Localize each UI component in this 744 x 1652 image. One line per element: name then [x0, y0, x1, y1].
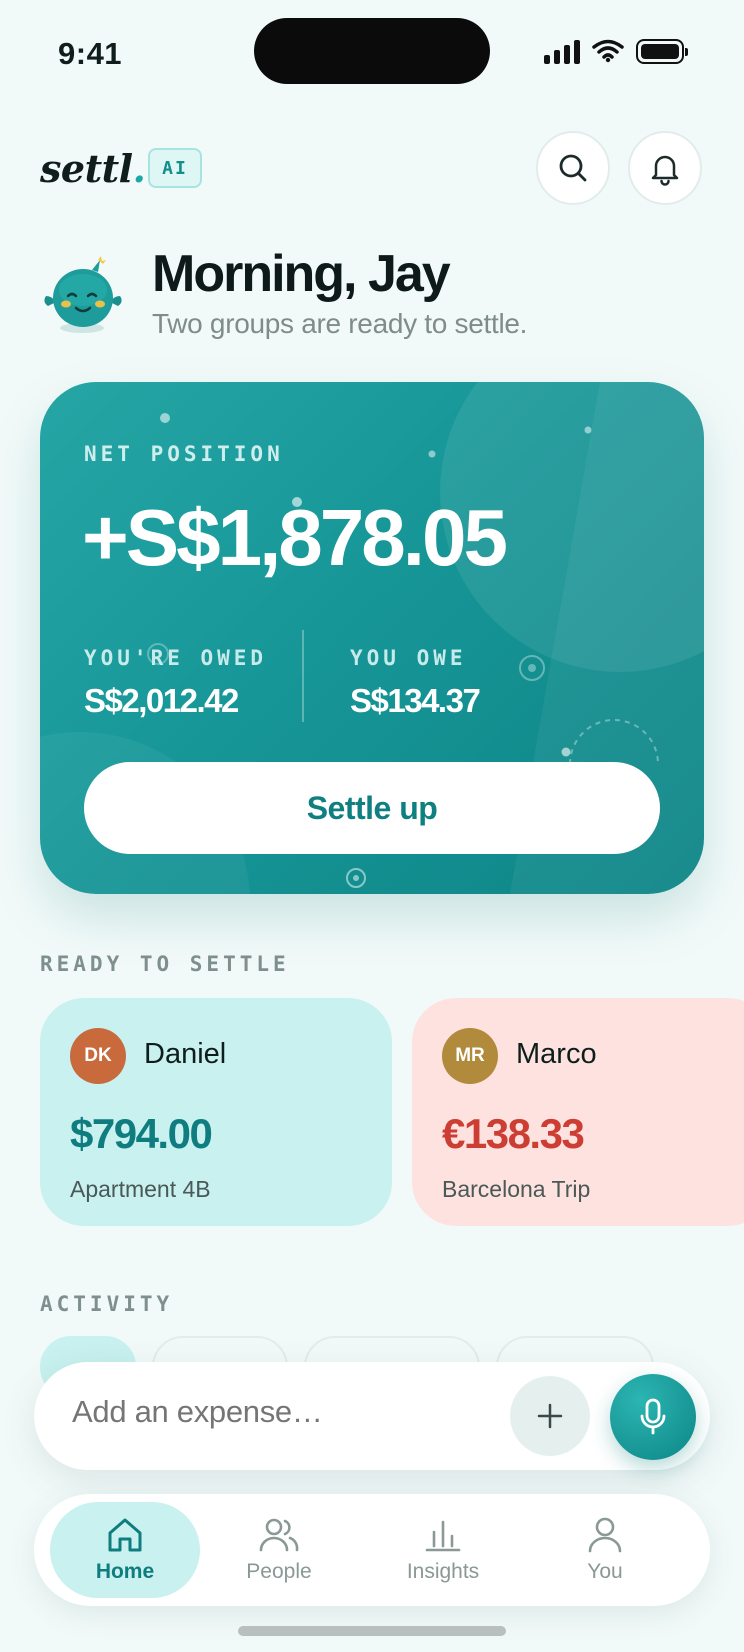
nav-label: Home: [95, 1560, 155, 1583]
avatar: DK: [70, 1028, 126, 1084]
bottom-nav: Home People Insights You: [34, 1494, 710, 1606]
plus-icon: [537, 1403, 563, 1429]
nav-item-people[interactable]: People: [204, 1502, 354, 1598]
voice-input-button[interactable]: [610, 1374, 696, 1460]
status-icons: [544, 38, 688, 64]
owed-label: YOU'RE OWED: [84, 646, 268, 670]
status-time: 9:41: [58, 36, 123, 71]
expense-bar: [34, 1362, 710, 1470]
person-name: Marco: [516, 1038, 597, 1070]
avatar: MR: [442, 1028, 498, 1084]
dynamic-island: [254, 18, 490, 84]
home-icon: [108, 1518, 142, 1552]
owe-label: YOU OWE: [350, 646, 467, 670]
battery-icon: [636, 38, 688, 64]
net-position-amount: +S$1,878.05: [82, 493, 508, 582]
nav-label: People: [246, 1560, 312, 1583]
nav-item-home[interactable]: Home: [50, 1502, 200, 1598]
signal-icon: [544, 38, 580, 64]
greeting-subtitle: Two groups are ready to settle.: [152, 308, 528, 339]
user-icon: [588, 1517, 622, 1553]
person-group: Apartment 4B: [70, 1176, 211, 1202]
app-logo: settl.: [40, 146, 146, 191]
chart-icon: [425, 1520, 461, 1552]
settle-up-button[interactable]: Settle up: [84, 762, 660, 854]
people-icon: [259, 1518, 299, 1552]
ready-to-settle-label: READY TO SETTLE: [40, 952, 290, 976]
home-indicator: [238, 1626, 506, 1636]
net-position-card: NET POSITION +S$1,878.05 YOU'RE OWED S$2…: [40, 382, 704, 894]
notifications-button[interactable]: [628, 131, 702, 205]
nav-label: Insights: [406, 1560, 480, 1583]
person-group: Barcelona Trip: [442, 1176, 591, 1202]
microphone-icon: [640, 1398, 666, 1435]
owe-value: S$134.37: [350, 682, 481, 719]
search-button[interactable]: [536, 131, 610, 205]
settle-card-marco[interactable]: MR Marco €138.33 Barcelona Trip: [412, 998, 744, 1226]
nav-label: You: [587, 1560, 623, 1583]
expense-input[interactable]: [72, 1394, 472, 1430]
ai-badge[interactable]: AI: [148, 148, 202, 188]
search-icon: [559, 154, 587, 182]
settle-card-daniel[interactable]: DK Daniel $794.00 Apartment 4B: [40, 998, 392, 1226]
person-name: Daniel: [144, 1038, 227, 1070]
mascot-icon: [44, 256, 122, 333]
person-amount: $794.00: [70, 1110, 213, 1157]
greeting-title: Morning, Jay: [152, 245, 451, 303]
person-amount: €138.33: [442, 1110, 585, 1157]
owed-value: S$2,012.42: [84, 682, 239, 719]
nav-item-you[interactable]: You: [530, 1502, 680, 1598]
bell-icon: [651, 155, 679, 186]
add-expense-button[interactable]: [510, 1376, 590, 1456]
card-divider: [302, 630, 304, 722]
wifi-icon: [592, 39, 624, 63]
net-position-label: NET POSITION: [84, 442, 284, 466]
nav-item-insights[interactable]: Insights: [368, 1502, 518, 1598]
activity-label: ACTIVITY: [40, 1292, 174, 1316]
